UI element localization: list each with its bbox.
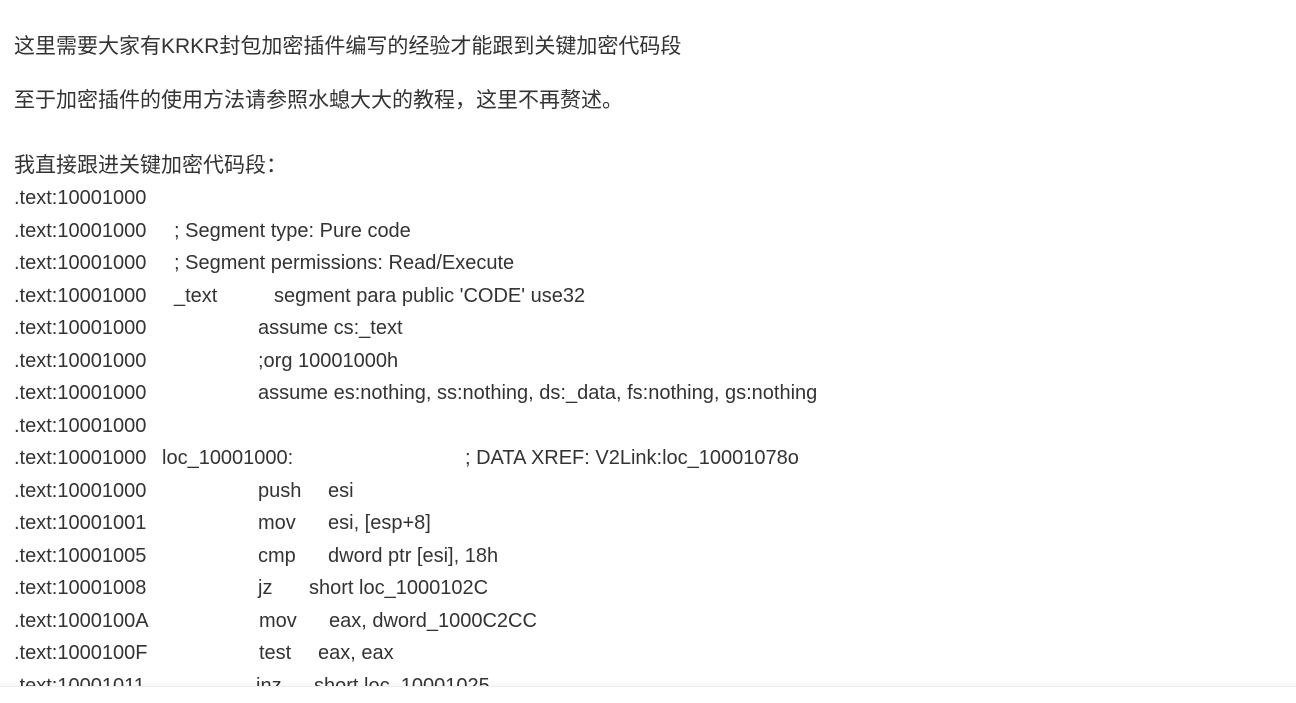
code-comment: ; Segment permissions: Read/Execute — [174, 252, 515, 274]
code-label: loc_10001000: — [162, 447, 294, 469]
code-address: .text:1000100F — [14, 642, 148, 664]
code-operands: short loc_10001025 — [314, 674, 490, 688]
code-mnemonic: mov — [259, 609, 297, 632]
article-body: 这里需要大家有KRKR封包加密插件编写的经验才能跟到关键加密代码段 至于加密插件… — [14, 0, 1296, 687]
code-address: .text:10001000 — [14, 187, 147, 209]
code-operands: eax, eax — [318, 642, 394, 664]
code-intro-paragraph: 我直接跟进关键加密代码段： — [14, 154, 287, 177]
code-mnemonic: cmp — [258, 544, 296, 567]
code-address: .text:10001000 — [14, 414, 147, 437]
code-directive: assume cs:_text — [258, 317, 403, 339]
code-directive: assume es:nothing, ss:nothing, ds:_data,… — [258, 382, 818, 404]
code-operands: esi — [328, 479, 354, 502]
code-address: .text:10001008 — [14, 577, 147, 599]
code-mnemonic: jz — [258, 577, 273, 599]
code-operands: eax, dword_1000C2CC — [329, 609, 537, 632]
code-label: _text — [174, 284, 218, 307]
code-mnemonic: mov — [258, 512, 296, 534]
code-address: .text:10001011 — [14, 674, 145, 688]
code-address: .text:10001000 — [14, 219, 147, 242]
code-address: .text:10001000 — [14, 252, 147, 274]
code-address: .text:10001000 — [14, 284, 147, 307]
code-address: .text:10001000 — [14, 382, 147, 404]
code-address: .text:10001001 — [14, 512, 147, 534]
code-directive: ;org 10001000h — [258, 349, 399, 372]
code-operands: short loc_1000102C — [309, 577, 489, 599]
code-mnemonic: push — [258, 479, 302, 502]
code-mnemonic: jnz — [256, 674, 282, 688]
bottom-bar — [0, 686, 1296, 703]
code-address: .text:10001000 — [14, 317, 147, 339]
code-mnemonic: test — [259, 642, 292, 664]
code-directive: segment para public 'CODE' use32 — [274, 284, 586, 307]
code-operands: esi, [esp+8] — [328, 512, 431, 534]
code-comment: ; Segment type: Pure code — [174, 219, 411, 242]
code-address: .text:10001000 — [14, 447, 147, 469]
intro-paragraph: 这里需要大家有KRKR封包加密插件编写的经验才能跟到关键加密代码段 — [14, 35, 682, 58]
code-address: .text:1000100A — [14, 609, 149, 632]
code-operands: dword ptr [esi], 18h — [328, 544, 499, 567]
code-address: .text:10001000 — [14, 479, 147, 502]
code-address: .text:10001005 — [14, 544, 147, 567]
code-comment: ; DATA XREF: V2Link:loc_10001078o — [465, 447, 799, 469]
code-address: .text:10001000 — [14, 349, 147, 372]
usage-paragraph: 至于加密插件的使用方法请参照水螅大大的教程，这里不再赘述。 — [14, 89, 623, 112]
